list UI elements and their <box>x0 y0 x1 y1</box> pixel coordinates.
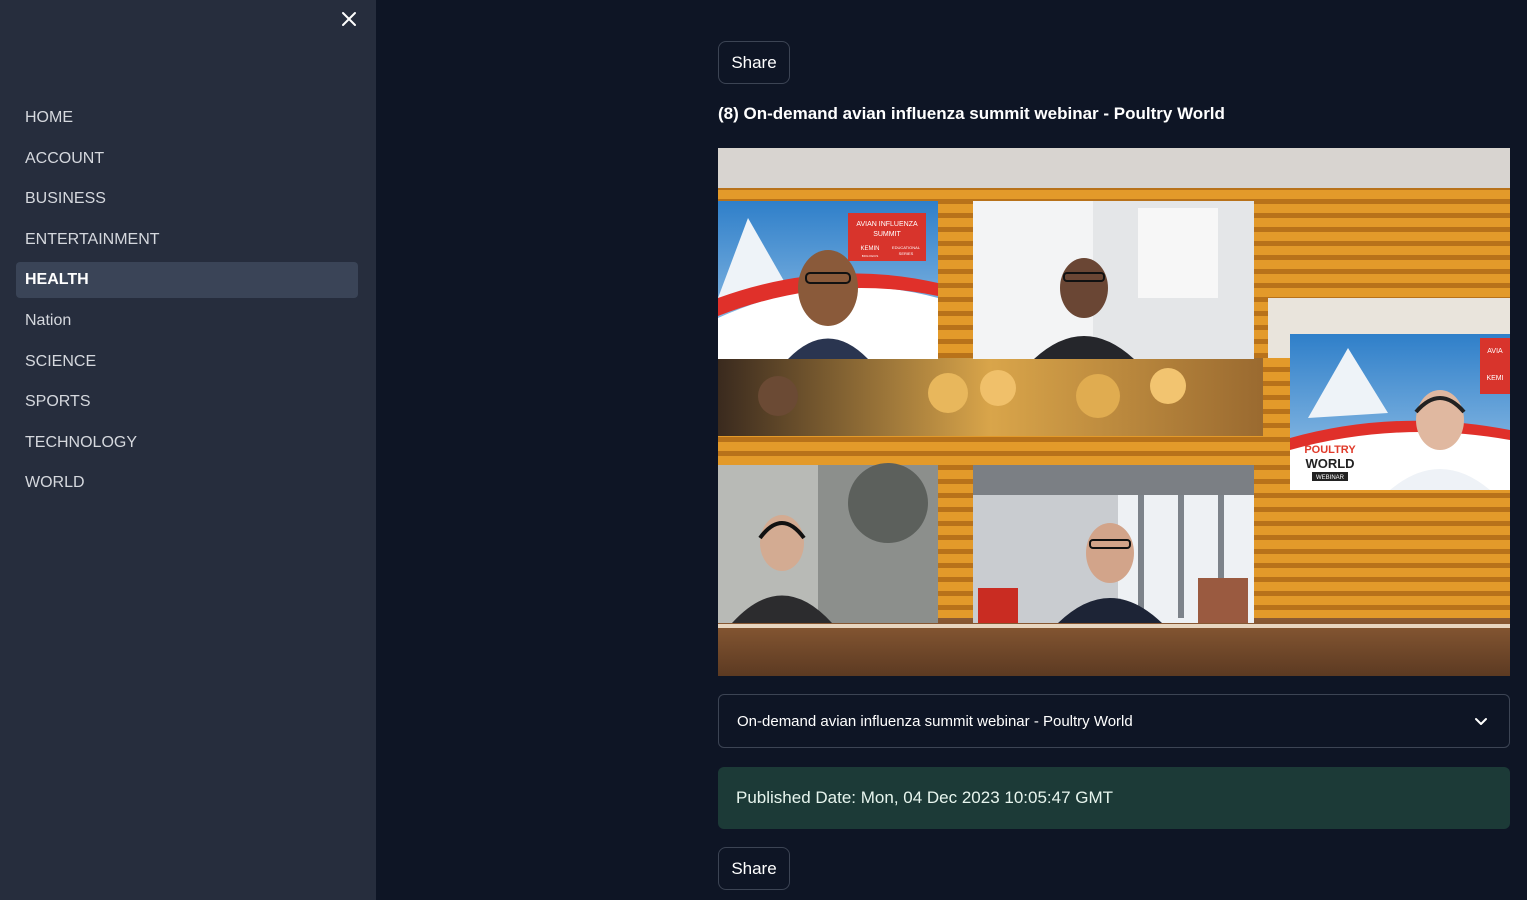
published-date-text: Published Date: Mon, 04 Dec 2023 10:05:4… <box>736 788 1114 807</box>
edu-line2-text: SERIES <box>899 251 914 256</box>
article-title: (8) On-demand avian influenza summit web… <box>718 104 1225 123</box>
poultry-text: POULTRY <box>1304 444 1356 456</box>
close-sidebar-button[interactable] <box>337 7 361 31</box>
kemin-partial-text: KEMI <box>1486 375 1503 382</box>
summit-line2-text: SUMMIT <box>873 231 901 238</box>
sidebar-item-business[interactable]: BUSINESS <box>16 181 358 217</box>
chevron-down-icon <box>1475 718 1487 725</box>
sidebar-item-nation[interactable]: Nation <box>16 303 358 339</box>
sidebar-item-health[interactable]: HEALTH <box>16 262 358 299</box>
share-button-top[interactable]: Share <box>718 41 790 84</box>
kemin-text: KEMIN <box>860 246 879 252</box>
sidebar-nav: HOME ACCOUNT BUSINESS ENTERTAINMENT HEAL… <box>16 100 358 506</box>
share-button-bottom[interactable]: Share <box>718 847 790 890</box>
webinar-text: WEBINAR <box>1316 475 1345 481</box>
close-icon <box>342 12 356 26</box>
kemin-sub-text: BIOLOGICS <box>862 254 879 258</box>
sidebar-item-science[interactable]: SCIENCE <box>16 344 358 380</box>
sidebar-item-entertainment[interactable]: ENTERTAINMENT <box>16 222 358 258</box>
sidebar-item-technology[interactable]: TECHNOLOGY <box>16 425 358 461</box>
avia-partial-text: AVIA <box>1487 348 1503 355</box>
sidebar: HOME ACCOUNT BUSINESS ENTERTAINMENT HEAL… <box>0 0 376 900</box>
published-date-alert: Published Date: Mon, 04 Dec 2023 10:05:4… <box>718 767 1510 829</box>
webinar-screenshot: AVIAN INFLUENZA SUMMIT KEMIN BIOLOGICS E… <box>718 148 1510 676</box>
video-thumbnail[interactable]: AVIAN INFLUENZA SUMMIT KEMIN BIOLOGICS E… <box>718 148 1510 676</box>
sidebar-item-world[interactable]: WORLD <box>16 465 358 501</box>
sidebar-item-account[interactable]: ACCOUNT <box>16 141 358 177</box>
summit-line1-text: AVIAN INFLUENZA <box>856 221 918 228</box>
edu-line1-text: EDUCATIONAL <box>892 245 921 250</box>
world-text: WORLD <box>1305 456 1354 471</box>
article-expander[interactable]: On-demand avian influenza summit webinar… <box>718 694 1510 748</box>
expander-label: On-demand avian influenza summit webinar… <box>737 712 1133 730</box>
sidebar-item-home[interactable]: HOME <box>16 100 358 136</box>
sidebar-item-sports[interactable]: SPORTS <box>16 384 358 420</box>
